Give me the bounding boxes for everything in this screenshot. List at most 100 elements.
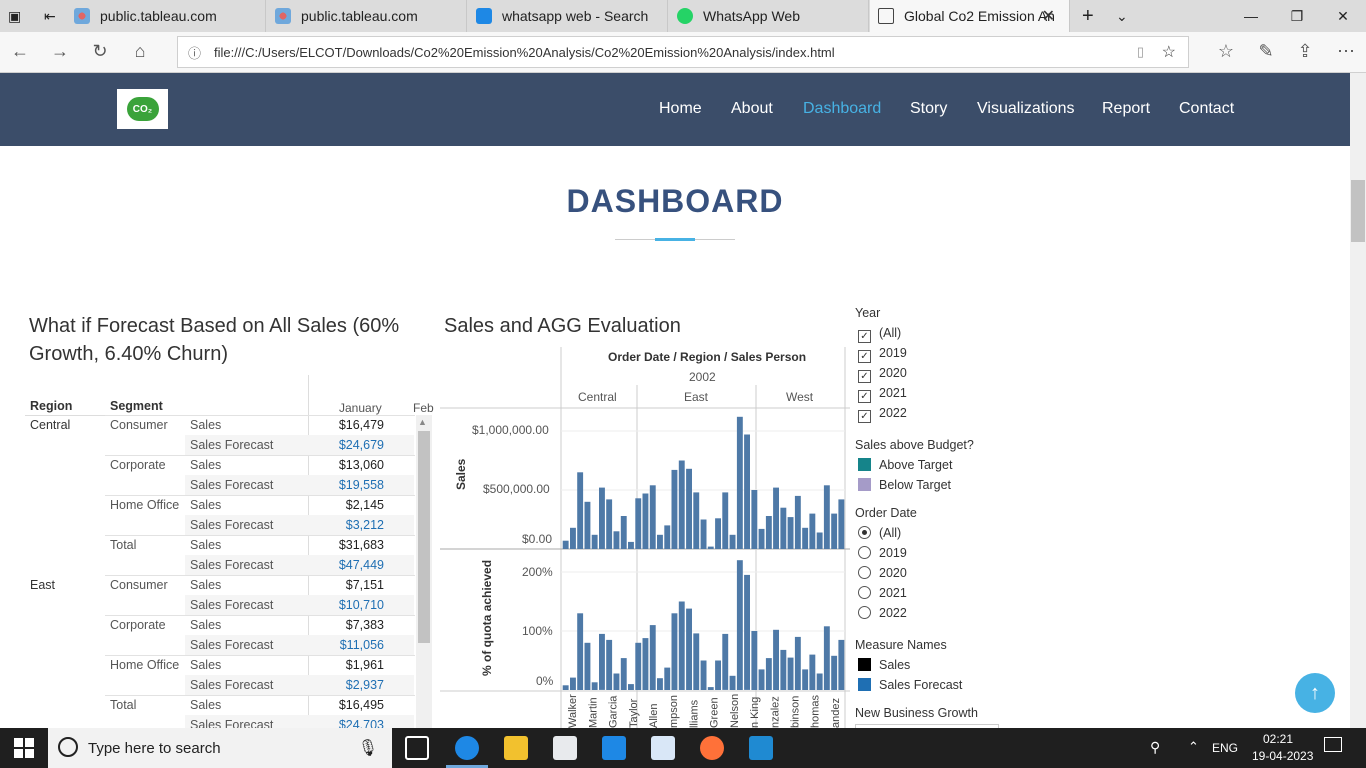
url-field[interactable]: ⓘ file:///C:/Users/ELCOT/Downloads/Co2%2…: [177, 36, 1189, 68]
firefox-icon[interactable]: [700, 736, 724, 760]
year-filter-option[interactable]: ✓ 2020: [858, 366, 907, 383]
radio-button-icon[interactable]: [858, 526, 871, 539]
table-scrollbar[interactable]: ▲: [416, 415, 432, 728]
browser-tab-4[interactable]: WhatsApp Web: [669, 0, 869, 32]
microphone-icon[interactable]: 🎙: [358, 738, 378, 758]
order-date-option[interactable]: 2020: [858, 566, 907, 580]
year-filter-option[interactable]: ✓ 2019: [858, 346, 907, 363]
favorites-icon[interactable]: ☆: [1214, 41, 1238, 62]
nav-report[interactable]: Report: [1102, 100, 1150, 118]
edge-icon[interactable]: [455, 736, 479, 760]
back-arrow-icon[interactable]: ←: [8, 41, 32, 62]
sales-person-label: binson: [790, 696, 802, 728]
minimize-icon[interactable]: —: [1228, 0, 1274, 32]
checkbox-checked-icon[interactable]: ✓: [858, 330, 871, 343]
windows-start-icon[interactable]: [14, 738, 34, 758]
nav-story[interactable]: Story: [910, 100, 947, 118]
quota-bar: [715, 660, 721, 690]
restore-icon[interactable]: ❐: [1274, 0, 1320, 32]
budget-legend-title: Sales above Budget?: [855, 438, 974, 452]
page-scrollbar[interactable]: [1350, 73, 1366, 728]
checkbox-checked-icon[interactable]: ✓: [858, 410, 871, 423]
back-to-top-button[interactable]: ↑: [1295, 673, 1335, 713]
quota-bar: [664, 667, 671, 690]
measure-legend-title: Measure Names: [855, 638, 947, 652]
sales-person-label: andez: [830, 698, 842, 728]
nav-dashboard[interactable]: Dashboard: [803, 100, 881, 118]
task-view-icon[interactable]: [405, 736, 429, 760]
set-aside-tabs-icon[interactable]: ⇤: [36, 0, 64, 32]
favorite-star-icon[interactable]: ☆: [1162, 42, 1176, 62]
language-indicator[interactable]: ENG: [1212, 741, 1238, 755]
photos-icon[interactable]: [651, 736, 675, 760]
sales-bar: [664, 525, 671, 549]
year-filter-option[interactable]: ✓ 2021: [858, 386, 907, 403]
browser-tab-2[interactable]: public.tableau.com: [267, 0, 467, 32]
measure-legend-item: Sales Forecast: [858, 678, 962, 692]
quota-bar: [823, 626, 830, 690]
quota-bar: [671, 613, 678, 690]
table-scrollbar-thumb[interactable]: [418, 431, 430, 643]
browser-tab-1[interactable]: public.tableau.com: [66, 0, 266, 32]
nav-visualizations[interactable]: Visualizations: [977, 100, 1075, 118]
store-icon[interactable]: [553, 736, 577, 760]
order-date-option[interactable]: (All): [858, 526, 901, 540]
share-icon[interactable]: ⇪: [1293, 41, 1317, 62]
legend-swatch: [858, 658, 871, 671]
clock-date[interactable]: 19-04-2023: [1252, 749, 1313, 763]
order-date-option[interactable]: 2022: [858, 606, 907, 620]
radio-button-icon[interactable]: [858, 566, 871, 579]
radio-button-icon[interactable]: [858, 606, 871, 619]
browser-tab-active[interactable]: Global Co2 Emission An ✕: [870, 0, 1070, 32]
scrollbar-thumb[interactable]: [1351, 180, 1365, 242]
tab-list-chevron-icon[interactable]: ⌄: [1108, 0, 1132, 32]
file-explorer-icon[interactable]: [504, 736, 528, 760]
quota-bar: [707, 687, 714, 690]
radio-button-icon[interactable]: [858, 546, 871, 559]
table-cell-measure: Sales Forecast: [190, 598, 274, 612]
quota-bar: [678, 601, 685, 690]
sales-person-label: lliams: [688, 699, 700, 728]
quota-bar: [562, 685, 569, 690]
nav-about[interactable]: About: [731, 100, 773, 118]
new-tab-icon[interactable]: +: [1074, 0, 1102, 32]
quota-bar: [635, 642, 642, 690]
checkbox-checked-icon[interactable]: ✓: [858, 350, 871, 363]
table-cell-value: $19,558: [338, 478, 384, 492]
nav-home[interactable]: Home: [659, 100, 702, 118]
clock-time[interactable]: 02:21: [1263, 732, 1293, 746]
radio-button-icon[interactable]: [858, 586, 871, 599]
browser-tab-3[interactable]: whatsapp web - Search: [468, 0, 668, 32]
scroll-up-icon[interactable]: ▲: [418, 417, 427, 427]
close-window-icon[interactable]: ✕: [1320, 0, 1366, 32]
row-divider: [105, 575, 415, 576]
checkbox-checked-icon[interactable]: ✓: [858, 390, 871, 403]
quota-bar: [693, 633, 700, 690]
sales-bar: [809, 513, 816, 549]
home-icon[interactable]: ⌂: [128, 41, 152, 62]
checkbox-checked-icon[interactable]: ✓: [858, 370, 871, 383]
tray-chevron-icon[interactable]: ⌃: [1188, 739, 1199, 755]
vscode-icon[interactable]: [749, 736, 773, 760]
order-date-option[interactable]: 2019: [858, 546, 907, 560]
forward-arrow-icon[interactable]: →: [48, 41, 72, 62]
pen-icon[interactable]: ✎: [1254, 41, 1278, 62]
year-filter-option[interactable]: ✓ 2022: [858, 406, 907, 423]
more-menu-icon[interactable]: ⋯: [1334, 41, 1358, 62]
close-tab-icon[interactable]: ✕: [1042, 6, 1055, 26]
year-filter-option[interactable]: ✓ (All): [858, 326, 901, 343]
people-icon[interactable]: ⚲: [1150, 739, 1160, 756]
site-logo[interactable]: CO₂: [117, 89, 168, 129]
notification-icon[interactable]: [1324, 737, 1342, 752]
order-date-option[interactable]: 2021: [858, 586, 907, 600]
mail-icon[interactable]: [602, 736, 626, 760]
table-cell-value: $1,961: [345, 658, 384, 672]
reading-view-icon[interactable]: ▯: [1137, 44, 1144, 60]
legend-swatch: [858, 478, 871, 491]
taskbar-search[interactable]: Type here to search 🎙: [48, 728, 392, 768]
nav-contact[interactable]: Contact: [1179, 100, 1234, 118]
refresh-icon[interactable]: ↻: [88, 41, 112, 62]
sales-person-label: nzalez: [769, 696, 781, 728]
tab-actions-icon[interactable]: ▣: [0, 0, 36, 32]
table-cell-region: East: [30, 578, 56, 592]
